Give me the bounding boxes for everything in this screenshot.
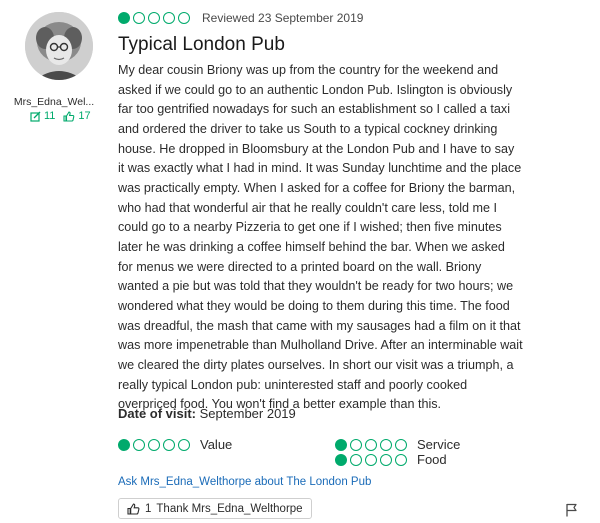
subrating-service: Service [335,437,460,452]
rating-bubble [395,453,407,466]
rating-bubble [365,453,377,466]
rating-bubble [335,438,347,451]
rating-bubble [118,12,130,24]
rating-bubble [148,438,160,451]
rating-bubble [335,453,347,466]
thank-label: Thank Mrs_Edna_Welthorpe [156,502,303,515]
thank-count: 1 [145,502,152,515]
rating-bubble [163,438,175,451]
flag-icon[interactable] [565,503,578,522]
avatar-portrait-icon [25,12,93,80]
rating-bubble [365,438,377,451]
subrating-label: Food [417,452,447,467]
rating-bubble [395,438,407,451]
rating-bubble [148,12,160,24]
reviewer-contributions: 11 17 [30,110,91,122]
review-title[interactable]: Typical London Pub [118,34,285,56]
rating-bubble [118,438,130,451]
avatar[interactable] [25,12,93,80]
overall-rating-bubbles [118,12,190,24]
rating-bubble [163,12,175,24]
subrating-food: Food [335,452,447,467]
rating-bubble [350,453,362,466]
review-count: 11 [44,110,56,122]
rating-bubble [380,438,392,451]
subrating-bubbles [335,438,407,451]
ask-reviewer-link[interactable]: Ask Mrs_Edna_Welthorpe about The London … [118,476,371,488]
review-count-icon [30,111,41,122]
subrating-value: Value [118,437,232,452]
subrating-bubbles [118,438,190,451]
rating-bubble [178,438,190,451]
subrating-label: Service [417,437,461,452]
review-rating-row: Reviewed 23 September 2019 [118,11,363,25]
date-of-visit: Date of visit: September 2019 [118,406,296,421]
helpful-vote-icon [63,110,75,122]
rating-bubble [133,438,145,451]
thank-button[interactable]: 1 Thank Mrs_Edna_Welthorpe [118,498,312,519]
reviewer-name[interactable]: Mrs_Edna_Wel... [0,96,108,108]
reviewed-date: Reviewed 23 September 2019 [202,11,364,25]
rating-bubble [133,12,145,24]
thumbs-up-icon [127,502,140,515]
subrating-label: Value [200,437,233,452]
date-of-visit-label: Date of visit: [118,406,197,421]
date-of-visit-value: September 2019 [199,406,296,421]
rating-bubble [350,438,362,451]
review-body: My dear cousin Briony was up from the co… [118,63,523,412]
helpful-votes-count: 17 [78,110,91,122]
subrating-bubbles [335,453,407,466]
rating-bubble [178,12,190,24]
rating-bubble [380,453,392,466]
